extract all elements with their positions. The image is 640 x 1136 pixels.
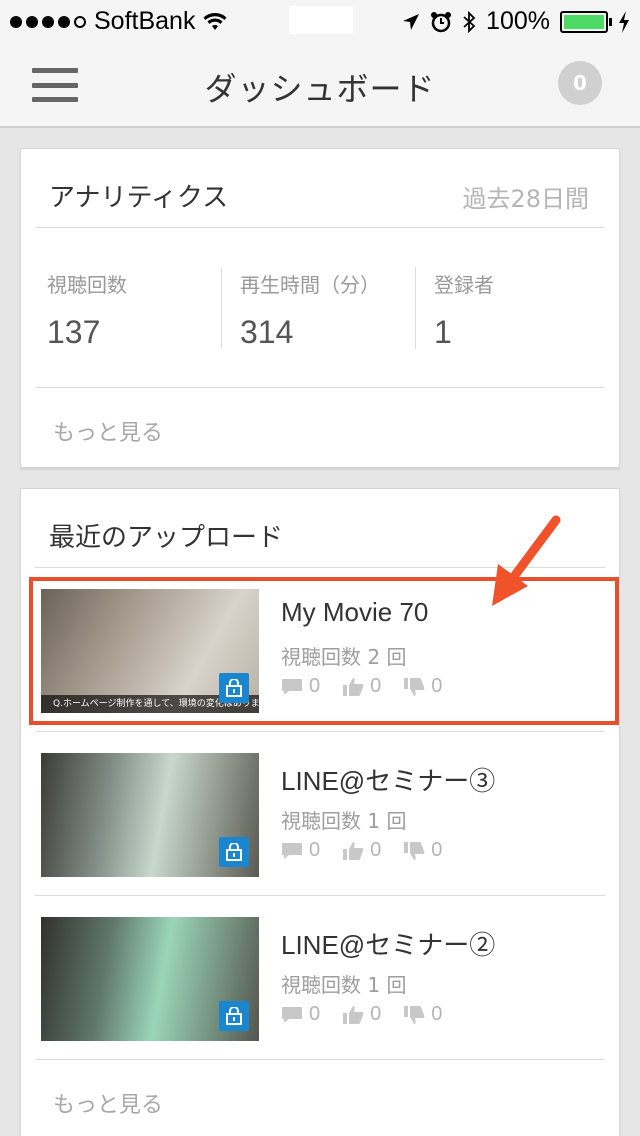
video-thumbnail[interactable]	[41, 753, 259, 877]
uploads-more-link[interactable]: もっと見る	[53, 1087, 163, 1119]
thumbs-down-icon	[404, 677, 425, 696]
comment-stat: 0	[281, 839, 320, 862]
video-thumbnail[interactable]: Q.ホームページ制作を通して、環境の変化はありましたか?	[41, 589, 259, 713]
analytics-card: アナリティクス 過去28日間 視聴回数 137 再生時間（分） 314 登録者 …	[20, 148, 620, 468]
dislike-stat: 0	[403, 675, 442, 698]
like-count: 0	[370, 839, 382, 861]
stat-value: 314	[240, 314, 294, 350]
comment-icon	[282, 1006, 302, 1023]
notification-count-badge[interactable]: 0	[558, 61, 602, 105]
thumbs-up-icon	[343, 677, 364, 696]
analytics-more-link[interactable]: もっと見る	[53, 415, 163, 447]
thumbs-up-icon	[343, 1005, 364, 1024]
annotation-arrow-icon	[492, 515, 561, 606]
charging-bolt-icon	[619, 10, 629, 33]
stat-views: 視聴回数 137	[47, 269, 240, 351]
status-center-box	[289, 6, 353, 34]
divider	[35, 895, 605, 896]
stat-label: 視聴回数	[47, 273, 127, 297]
dislike-count: 0	[431, 839, 443, 861]
private-lock-icon	[219, 1001, 249, 1031]
video-engagement-stats: 0 0 0	[281, 839, 442, 862]
carrier-name: SoftBank	[94, 7, 196, 35]
video-title[interactable]: LINE@セミナー②	[281, 925, 495, 962]
alarm-clock-icon	[431, 11, 452, 32]
thumbs-down-icon	[404, 841, 425, 860]
comment-count: 0	[309, 675, 321, 697]
stat-label: 登録者	[434, 273, 494, 297]
private-lock-icon	[219, 673, 249, 703]
video-engagement-stats: 0 0 0	[281, 675, 442, 698]
comment-count: 0	[309, 1003, 321, 1025]
bluetooth-icon	[463, 10, 476, 33]
video-view-count: 視聴回数 1 回	[281, 809, 407, 833]
dislike-count: 0	[431, 675, 443, 697]
battery-icon	[560, 10, 612, 33]
comment-icon	[282, 678, 302, 695]
comment-stat: 0	[281, 1003, 320, 1026]
dislike-count: 0	[431, 1003, 443, 1025]
stat-value: 1	[434, 314, 452, 350]
thumbs-up-icon	[343, 841, 364, 860]
video-view-count: 視聴回数 1 回	[281, 973, 407, 997]
status-bar: SoftBank 100%	[0, 0, 640, 40]
video-view-count: 視聴回数 2 回	[281, 645, 407, 669]
stat-value: 137	[47, 314, 101, 350]
video-title[interactable]: My Movie 70	[281, 597, 428, 628]
like-count: 0	[370, 1003, 382, 1025]
stat-subscribers: 登録者 1	[434, 269, 627, 351]
comment-stat: 0	[281, 675, 320, 698]
dislike-stat: 0	[403, 1003, 442, 1026]
status-right: 100%	[402, 7, 630, 36]
stat-label: 再生時間（分）	[240, 273, 380, 297]
stat-divider	[221, 267, 222, 349]
analytics-period: 過去28日間	[462, 185, 589, 213]
location-arrow-icon	[403, 13, 420, 30]
divider	[35, 1059, 605, 1060]
comment-icon	[282, 842, 302, 859]
divider	[35, 227, 605, 228]
app-header: ダッシュボード 0	[0, 40, 640, 128]
divider	[35, 387, 605, 388]
uploads-title: 最近のアップロード	[49, 523, 284, 553]
thumbs-down-icon	[404, 1005, 425, 1024]
private-lock-icon	[219, 837, 249, 867]
divider	[35, 731, 605, 732]
page-title: ダッシュボード	[204, 70, 436, 108]
like-stat: 0	[342, 839, 381, 862]
battery-percent: 100%	[486, 7, 550, 35]
signal-strength-icon	[10, 15, 86, 28]
video-item-line-seminar-3[interactable]: LINE@セミナー③ 視聴回数 1 回 0 0 0	[41, 753, 607, 877]
comment-count: 0	[309, 839, 321, 861]
like-count: 0	[370, 675, 382, 697]
video-title[interactable]: LINE@セミナー③	[281, 761, 495, 798]
video-engagement-stats: 0 0 0	[281, 1003, 442, 1026]
wifi-icon	[203, 12, 227, 30]
like-stat: 0	[342, 1003, 381, 1026]
video-item-line-seminar-2[interactable]: LINE@セミナー② 視聴回数 1 回 0 0 0	[41, 917, 607, 1041]
video-thumbnail[interactable]	[41, 917, 259, 1041]
stat-watch-time: 再生時間（分） 314	[240, 269, 433, 351]
carrier-info: SoftBank	[10, 7, 227, 36]
like-stat: 0	[342, 675, 381, 698]
dislike-stat: 0	[403, 839, 442, 862]
analytics-title: アナリティクス	[49, 183, 229, 213]
stat-divider	[415, 267, 416, 349]
